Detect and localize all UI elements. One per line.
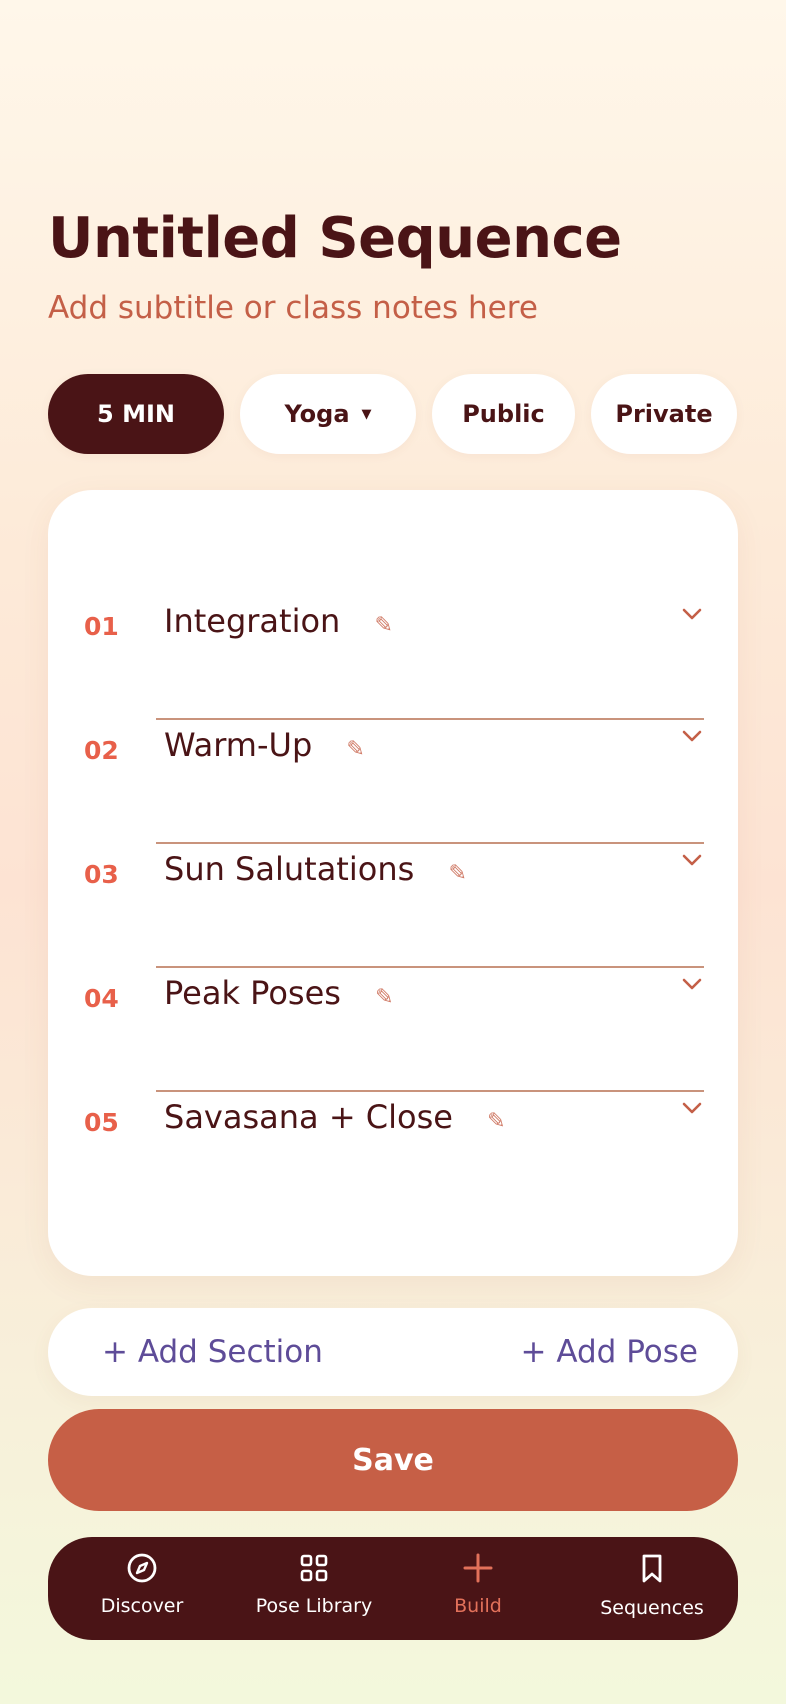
chevron-down-icon[interactable] xyxy=(680,1096,704,1120)
section-name: Savasana + Close xyxy=(164,1098,453,1136)
pencil-icon[interactable]: ✎ xyxy=(346,737,364,762)
pencil-icon[interactable]: ✎ xyxy=(487,1109,505,1134)
section-row[interactable]: 03 Sun Salutations ✎ xyxy=(48,830,738,954)
nav-label: Sequences xyxy=(600,1597,704,1619)
section-name: Integration xyxy=(164,602,341,640)
section-number: 01 xyxy=(84,612,119,641)
sections-card: 01 Integration ✎ 02 Warm-Up ✎ 03 Sun Sal… xyxy=(48,490,738,1276)
section-title-wrap: Peak Poses ✎ xyxy=(164,974,394,1012)
chevron-down-icon[interactable] xyxy=(680,602,704,626)
chevron-down-icon[interactable] xyxy=(680,972,704,996)
plus-icon xyxy=(463,1553,493,1583)
sequence-title[interactable]: Untitled Sequence xyxy=(48,206,622,271)
chip-row: 5 MIN Yoga ▼ Public Private xyxy=(48,374,737,454)
duration-chip-label: 5 MIN xyxy=(97,400,175,428)
caret-down-icon: ▼ xyxy=(361,406,372,422)
public-chip-label: Public xyxy=(462,400,545,428)
chevron-down-icon[interactable] xyxy=(680,848,704,872)
grid-icon xyxy=(300,1554,328,1582)
build-screen: Untitled Sequence Add subtitle or class … xyxy=(0,0,786,1704)
section-name: Warm-Up xyxy=(164,726,313,764)
chevron-down-icon[interactable] xyxy=(680,724,704,748)
section-row[interactable]: 01 Integration ✎ xyxy=(48,582,738,706)
section-row[interactable]: 02 Warm-Up ✎ xyxy=(48,706,738,830)
nav-label: Build xyxy=(454,1595,502,1617)
section-name: Peak Poses xyxy=(164,974,341,1012)
bookmark-icon xyxy=(642,1554,662,1583)
add-pose-button[interactable]: + Add Pose xyxy=(521,1334,698,1370)
compass-icon xyxy=(127,1553,157,1583)
add-section-button[interactable]: + Add Section xyxy=(102,1334,323,1370)
duration-chip[interactable]: 5 MIN xyxy=(48,374,224,454)
section-number: 03 xyxy=(84,860,119,889)
section-title-wrap: Sun Salutations ✎ xyxy=(164,850,467,888)
pencil-icon[interactable]: ✎ xyxy=(448,861,466,886)
section-name: Sun Salutations xyxy=(164,850,415,888)
section-title-wrap: Integration ✎ xyxy=(164,602,393,640)
add-actions-bar: + Add Section + Add Pose xyxy=(48,1308,738,1396)
section-row[interactable]: 05 Savasana + Close ✎ xyxy=(48,1078,738,1202)
style-dropdown[interactable]: Yoga ▼ xyxy=(240,374,416,454)
section-title-wrap: Savasana + Close ✎ xyxy=(164,1098,506,1136)
private-chip-label: Private xyxy=(615,400,713,428)
pencil-icon[interactable]: ✎ xyxy=(375,613,393,638)
section-row[interactable]: 04 Peak Poses ✎ xyxy=(48,954,738,1078)
pencil-icon[interactable]: ✎ xyxy=(375,985,393,1010)
save-button[interactable]: Save xyxy=(48,1409,738,1511)
nav-label: Discover xyxy=(100,1595,184,1617)
nav-item-pose-library[interactable]: Pose Library xyxy=(234,1551,394,1617)
private-chip[interactable]: Private xyxy=(591,374,737,454)
subtitle-input[interactable]: Add subtitle or class notes here xyxy=(48,290,538,326)
style-dropdown-label: Yoga xyxy=(284,400,350,428)
bottom-nav: Discover Pose Library Build Sequences xyxy=(48,1537,738,1640)
nav-item-build[interactable]: Build xyxy=(398,1551,558,1617)
section-number: 02 xyxy=(84,736,119,765)
nav-item-sequences[interactable]: Sequences xyxy=(572,1551,732,1619)
public-chip[interactable]: Public xyxy=(432,374,575,454)
nav-item-discover[interactable]: Discover xyxy=(62,1551,222,1617)
nav-label: Pose Library xyxy=(255,1595,373,1617)
section-number: 05 xyxy=(84,1108,119,1137)
section-number: 04 xyxy=(84,984,119,1013)
section-title-wrap: Warm-Up ✎ xyxy=(164,726,365,764)
